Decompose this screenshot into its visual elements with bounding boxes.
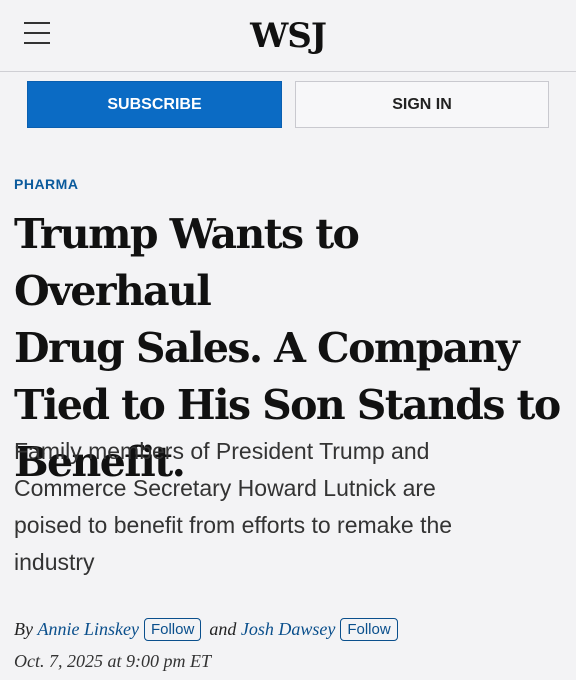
follow-button-josh-dawsey[interactable]: Follow [340, 618, 398, 641]
author-link-annie-linskey[interactable]: Annie Linskey [37, 619, 138, 640]
dek-line: industry [14, 549, 95, 575]
author-link-josh-dawsey[interactable]: Josh Dawsey [241, 619, 335, 640]
sign-in-button[interactable]: SIGN IN [295, 81, 549, 128]
subscribe-button[interactable]: SUBSCRIBE [27, 81, 282, 128]
headline-line: Tied to His Son Stands to [14, 381, 561, 429]
dek-line: poised to benefit from efforts to remake… [14, 512, 453, 538]
byline-by: By [14, 619, 33, 639]
byline-and: and [209, 619, 237, 639]
publish-timestamp: Oct. 7, 2025 at 9:00 pm ET [14, 651, 211, 671]
follow-button-annie-linskey[interactable]: Follow [143, 618, 202, 641]
article-dek: Family members of President Trump and Co… [14, 433, 554, 581]
headline-line: Trump Wants to Overhaul [14, 210, 360, 315]
section-label[interactable]: PHARMA [14, 176, 78, 192]
dek-line: Commerce Secretary Howard Lutnick are [14, 475, 436, 501]
headline-line: Drug Sales. A Company [14, 324, 520, 372]
top-bar: WSJ [0, 0, 576, 72]
byline: By Annie Linskey Follow and Josh Dawsey … [14, 618, 406, 641]
wsj-logo[interactable]: WSJ [0, 16, 576, 56]
dek-line: Family members of President Trump and [14, 438, 430, 464]
